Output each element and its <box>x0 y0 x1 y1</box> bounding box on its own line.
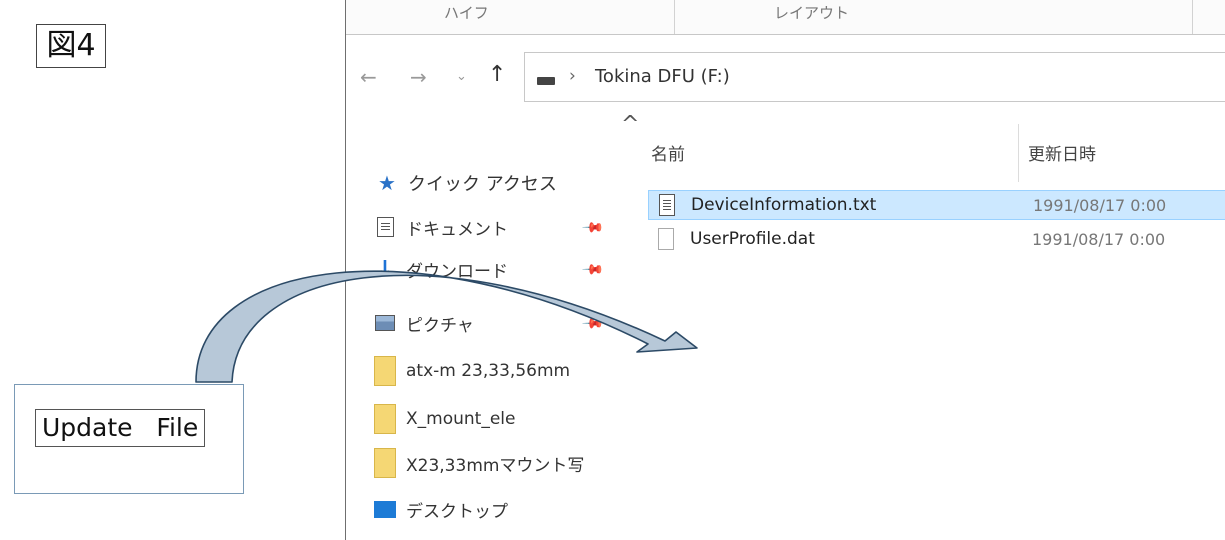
drag-arrow-overlay <box>195 270 698 383</box>
curved-arrow-icon <box>195 270 698 383</box>
